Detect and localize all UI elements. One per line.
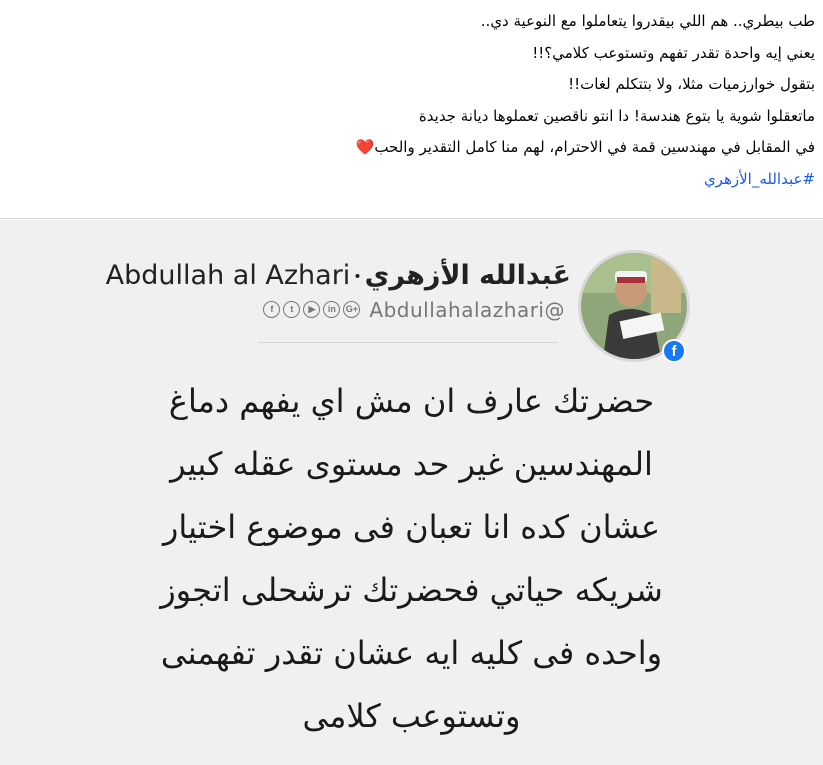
profile-name[interactable]: Abdullah al Azhari • عَبدالله الأزهري	[106, 260, 571, 291]
social-handle-row: f t ▶ in G+ Abdullahalazhari@	[263, 296, 565, 322]
name-arabic: عَبدالله الأزهري	[364, 260, 571, 291]
facebook-badge-icon: f	[662, 339, 686, 363]
google-plus-icon: G+	[343, 301, 361, 318]
youtube-icon: ▶	[303, 301, 321, 318]
card-divider	[258, 342, 558, 343]
name-separator: •	[353, 268, 362, 285]
facebook-icon: f	[263, 301, 281, 318]
caption-line: طب بيطري.. هم اللي بيقدروا يتعاملوا مع ا…	[480, 12, 815, 30]
post-divider	[0, 218, 823, 219]
hashtag-link[interactable]: #عبدالله_الأزهري	[704, 164, 815, 196]
quote-image-card[interactable]: f Abdullah al Azhari • عَبدالله الأزهري ft…	[0, 220, 823, 765]
caption-line: بتقول خوارزميات مثلا، ولا بتتكلم لغات!!	[568, 75, 815, 93]
caption-line: في المقابل في مهندسين قمة في الاحترام، ل…	[12, 132, 815, 164]
quote-line: واحده فى كليه ايه عشان تقدر تفهمنى	[160, 634, 663, 672]
profile-handle: Abdullahalazhari@	[369, 297, 565, 322]
quote-line: حضرتك عارف ان مش اي يفهم دماغ	[168, 382, 655, 420]
quote-line: عشان كده انا تعبان فى موضوع اختيار	[162, 508, 661, 546]
heart-emoji-icon: ❤️	[355, 138, 375, 156]
quote-text: حضرتك عارف ان مش اي يفهم دماغ المهندسين …	[0, 370, 823, 748]
post-caption: طب بيطري.. هم اللي بيقدروا يتعاملوا مع ا…	[0, 0, 823, 206]
quote-line: شريكه حياتي فحضرتك ترشحلى اتجوز	[160, 571, 663, 609]
caption-line: ماتعقلوا شوية يا بتوع هندسة! دا انتو ناق…	[418, 106, 815, 125]
caption-line-text: في المقابل في مهندسين قمة في الاحترام، ل…	[374, 138, 815, 156]
quote-line: وتستوعب كلامى	[302, 697, 521, 735]
quote-line: المهندسين غير حد مستوى عقله كبير	[170, 445, 653, 483]
caption-line: يعني إيه واحدة تقدر تفهم وتستوعب كلامي؟!…	[532, 43, 815, 62]
name-latin: Abdullah al Azhari	[105, 260, 351, 291]
twitter-icon: t	[283, 301, 301, 318]
linkedin-icon: in	[323, 301, 341, 318]
profile-header: f Abdullah al Azhari • عَبدالله الأزهري ft…	[0, 250, 823, 363]
